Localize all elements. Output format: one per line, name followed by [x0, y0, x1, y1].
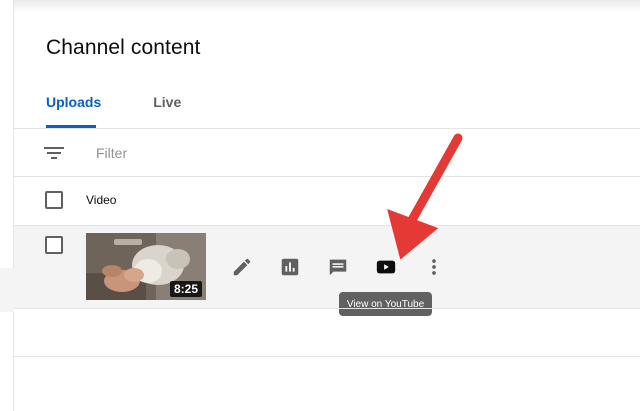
pencil-icon	[233, 258, 251, 276]
filter-input[interactable]	[96, 143, 396, 163]
content-tabs: Uploads Live	[46, 94, 233, 128]
comments-button[interactable]	[327, 256, 349, 278]
tab-live[interactable]: Live	[153, 94, 181, 128]
details-button[interactable]	[231, 256, 253, 278]
youtube-play-icon	[376, 260, 396, 274]
comment-icon	[329, 259, 347, 276]
analytics-icon	[281, 258, 299, 276]
column-header-video: Video	[86, 193, 117, 207]
left-sidebar-edge	[0, 0, 14, 411]
filter-icon[interactable]	[44, 145, 64, 161]
analytics-button[interactable]	[279, 256, 301, 278]
filter-divider	[14, 176, 640, 177]
video-thumbnail[interactable]: 8:25	[86, 233, 206, 300]
video-duration: 8:25	[169, 281, 202, 297]
top-shadow	[0, 0, 640, 12]
view-on-youtube-button[interactable]	[375, 256, 397, 278]
row-divider	[14, 308, 640, 309]
page-title: Channel content	[46, 36, 201, 59]
bottom-divider	[14, 356, 640, 357]
options-button[interactable]	[423, 256, 445, 278]
sidebar-hover-strip	[0, 268, 14, 312]
more-vert-icon	[432, 259, 436, 275]
tabs-divider	[14, 128, 640, 129]
row-checkbox[interactable]	[45, 236, 63, 254]
tooltip-view-on-youtube: View on YouTube	[339, 292, 432, 316]
tab-uploads[interactable]: Uploads	[46, 94, 101, 128]
select-all-checkbox[interactable]	[45, 191, 63, 209]
